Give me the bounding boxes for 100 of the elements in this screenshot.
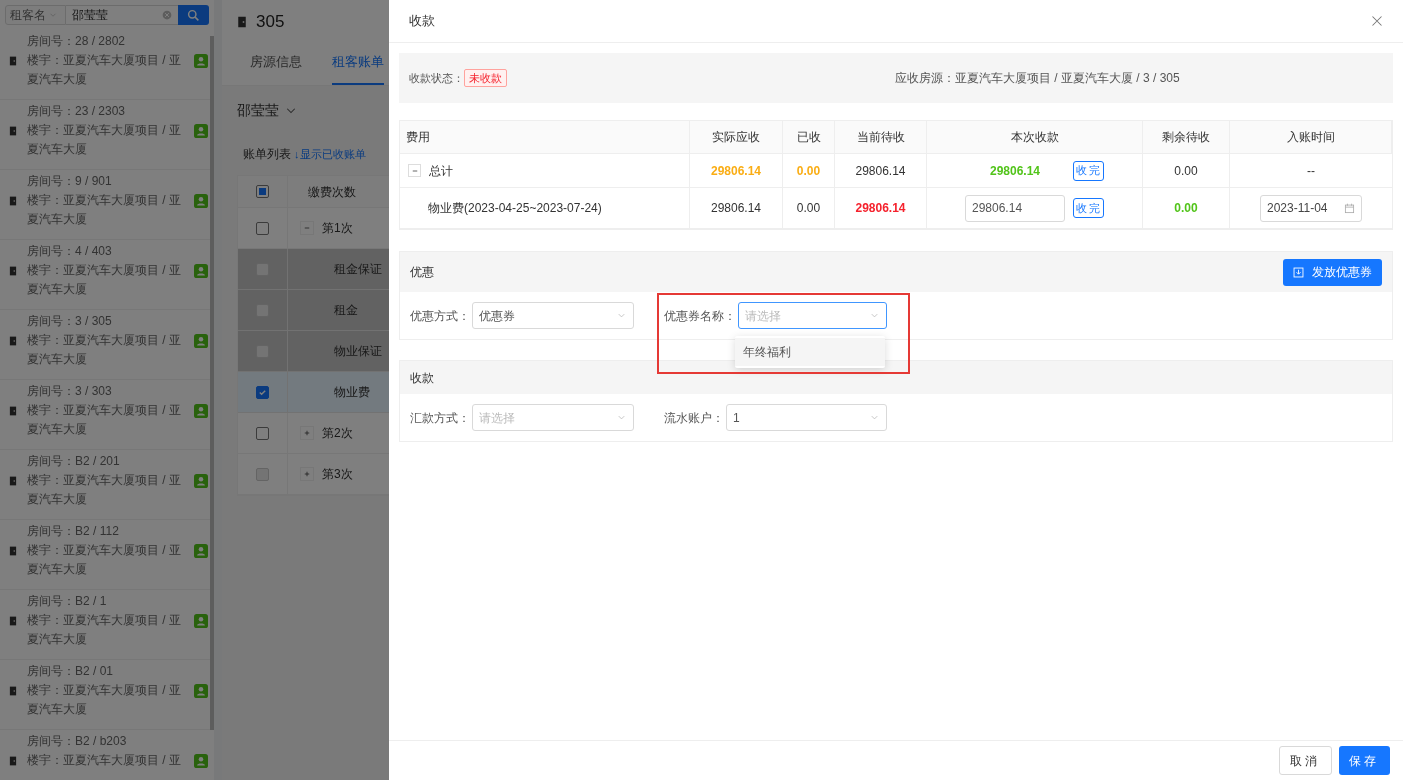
minus-icon [304,225,310,231]
door-icon [8,405,18,417]
table-cell-text: 0.00 [1174,162,1198,180]
building-name: 楼宇：亚夏汽车大厦项目 / 亚夏汽车大厦 [27,332,182,368]
tenant-icon [194,404,208,418]
room-number: 房间号：B2 / 1 [27,593,108,610]
close-icon[interactable] [1371,15,1383,27]
search-button[interactable] [177,5,209,25]
issue-coupon-button[interactable]: 发放优惠券 [1283,258,1382,286]
room-number: 房间号：9 / 901 [27,173,113,190]
checkbox[interactable] [256,221,269,235]
collect-all-button[interactable]: 收完 [1073,198,1104,218]
field-label: 汇款方式： [410,409,470,427]
door-icon [8,475,18,487]
table-cell: 29806.14 [989,163,1041,178]
cancel-button[interactable]: 取消 [1278,746,1332,775]
amount-field[interactable]: 29806.14 [965,194,1065,222]
table-cell-text: 租金保证 [333,261,382,278]
column-header: 缴费次数 [307,183,356,201]
room-list-item[interactable]: 房间号：B2 / b203 楼宇：亚夏汽车大厦项目 / 亚 [0,730,214,780]
door-icon [8,125,18,137]
room-number: 房间号：3 / 303 [27,383,113,400]
table-cell-text: 物业保证 [333,343,382,360]
tenant-icon [194,474,208,488]
source-room: 应收房源：亚夏汽车大厦项目 / 亚夏汽车大厦 / 3 / 305 [895,70,1180,87]
field-label: 优惠券名称： [664,307,736,325]
save-button[interactable]: 保存 [1338,746,1390,775]
tab[interactable]: 房源信息 [250,51,302,85]
expand-toggle[interactable] [300,221,314,235]
search-type-select[interactable]: 租客名 [5,5,67,25]
column-header: 已收 [783,121,835,153]
checkbox[interactable] [256,385,269,399]
table-cell-text: 租金 [333,302,358,319]
status-tag: 未收款 [464,69,507,87]
table-cell-text: 29806.14 [710,200,762,217]
table-cell-text: 第3次 [322,466,353,483]
table-cell-text: 总计 [429,162,453,180]
checkmark-icon [258,387,267,397]
room-number: 房间号：B2 / b203 [27,733,128,750]
search-icon [186,8,200,22]
room-number: 房间号：B2 / 01 [27,663,115,680]
room-number: 房间号：23 / 2303 [27,103,127,120]
door-icon [8,755,18,767]
door-icon [8,195,18,207]
expand-toggle[interactable] [300,426,314,440]
tenant-icon [194,754,208,768]
table-cell-text: 物业费(2023-04-25~2023-07-24) [428,200,602,217]
date-field[interactable]: 2023-11-04 [1260,194,1362,222]
table-row[interactable]: 物业费 [238,372,389,413]
building-name: 楼宇：亚夏汽车大厦项目 / 亚夏汽车大厦 [27,542,182,578]
select-field[interactable]: 优惠券 [472,302,634,329]
door-icon [8,265,18,277]
select-field[interactable]: 请选择 [738,302,887,329]
table-cell-text: 0.00 [1174,200,1198,217]
table-cell-text: -- [1307,162,1315,180]
table-cell-text: 29806.14 [710,162,762,180]
section-title: 收款 [410,369,434,387]
collect-all-button[interactable]: 收完 [1073,160,1104,181]
field-label: 优惠方式： [410,307,470,325]
collapse-toggle[interactable] [408,164,421,177]
dropdown-option[interactable]: 年终福利 [735,338,885,366]
column-header: 实际应收 [690,121,783,153]
tenant-icon [194,264,208,278]
checkbox[interactable] [256,185,269,198]
tenant-icon [194,544,208,558]
building-name: 楼宇：亚夏汽车大厦项目 / 亚夏汽车大厦 [27,402,182,438]
section-title: 优惠 [410,264,434,281]
show-paid-link[interactable]: ↓显示已收账单 [294,145,366,163]
door-icon [236,14,248,30]
building-name: 楼宇：亚夏汽车大厦项目 / 亚夏汽车大厦 [27,122,182,158]
table-cell-text: 第1次 [322,220,353,237]
building-name: 楼宇：亚夏汽车大厦项目 / 亚夏汽车大厦 [27,262,182,298]
tenant-icon [194,684,208,698]
download-icon [1293,266,1304,278]
building-name: 楼宇：亚夏汽车大厦项目 / 亚夏汽车大厦 [27,192,182,228]
table-cell-text: 0.00 [796,162,821,180]
column-header: 剩余待收 [1143,121,1230,153]
search-field[interactable]: 邵莹莹 [66,5,178,25]
table-cell-text: 29806.14 [855,162,906,180]
door-icon [8,335,18,347]
column-header: 入账时间 [1230,121,1392,153]
drawer-title: 收款 [409,12,435,31]
room-number: 房间号：B2 / 201 [27,453,121,470]
building-name: 楼宇：亚夏汽车大厦项目 / 亚夏汽车大厦 [27,52,182,88]
select-field[interactable]: 请选择 [472,404,634,431]
select-field[interactable]: 1 [726,404,887,431]
tenant-icon [194,614,208,628]
checkbox[interactable] [256,426,269,440]
table-cell-text: 29806.14 [855,200,906,217]
tenant-icon [194,54,208,68]
tenant-select[interactable]: 邵莹莹 [237,100,297,121]
building-name: 楼宇：亚夏汽车大厦项目 / 亚夏汽车大厦 [27,682,182,718]
table-cell-text: 0.00 [796,200,821,217]
plus-icon [304,430,310,436]
status-label: 收款状态： [409,70,464,86]
tenant-icon [194,334,208,348]
plus-icon [304,471,310,477]
door-icon [8,615,18,627]
room-number: 房间号：4 / 403 [27,243,113,260]
clear-icon[interactable] [161,10,172,20]
